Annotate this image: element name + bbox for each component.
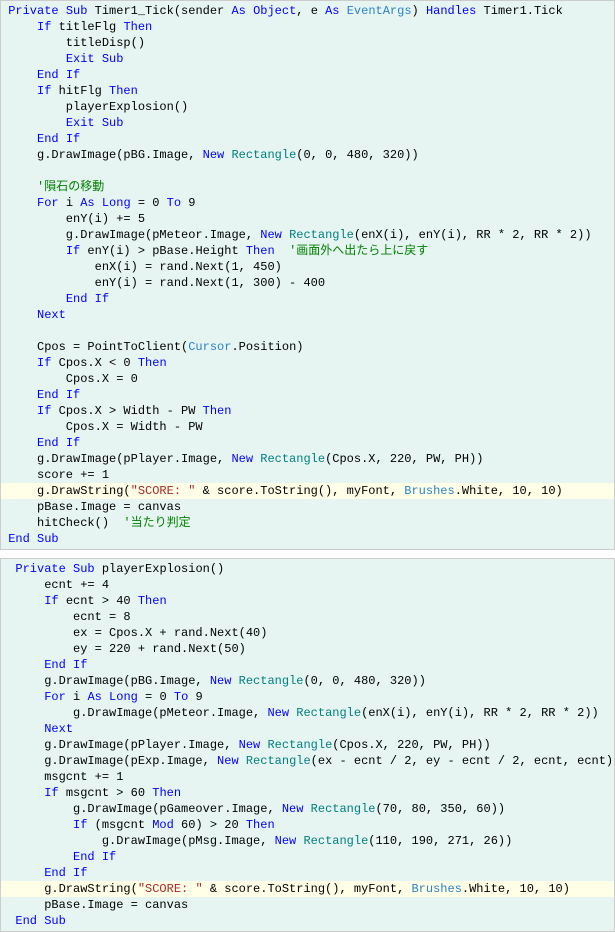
code-line: End If [1, 849, 614, 865]
code-line: g.DrawImage(pExp.Image, New Rectangle(ex… [1, 753, 614, 769]
code-line: playerExplosion() [1, 99, 614, 115]
code-line: Cpos.X = Width - PW [1, 419, 614, 435]
code-line: End If [1, 865, 614, 881]
code-line: End If [1, 657, 614, 673]
code-line: pBase.Image = canvas [1, 897, 614, 913]
code-line: g.DrawImage(pMsg.Image, New Rectangle(11… [1, 833, 614, 849]
code-line [1, 323, 614, 339]
code-line: score += 1 [1, 467, 614, 483]
code-line: titleDisp() [1, 35, 614, 51]
code-line: g.DrawImage(pBG.Image, New Rectangle(0, … [1, 147, 614, 163]
code-line: g.DrawImage(pBG.Image, New Rectangle(0, … [1, 673, 614, 689]
code-line: g.DrawImage(pPlayer.Image, New Rectangle… [1, 451, 614, 467]
code-line: Exit Sub [1, 115, 614, 131]
code-line: If Cpos.X < 0 Then [1, 355, 614, 371]
code-line: If enY(i) > pBase.Height Then '画面外へ出たら上に… [1, 243, 614, 259]
code-line: enY(i) = rand.Next(1, 300) - 400 [1, 275, 614, 291]
code-line: Cpos.X = 0 [1, 371, 614, 387]
code-block-1: Private Sub Timer1_Tick(sender As Object… [0, 0, 615, 550]
code-line: '隕石の移動 [1, 179, 614, 195]
code-line: Next [1, 307, 614, 323]
code-line: g.DrawImage(pMeteor.Image, New Rectangle… [1, 227, 614, 243]
code-line: End Sub [1, 913, 614, 929]
code-line [1, 163, 614, 179]
code-line: g.DrawString("SCORE: " & score.ToString(… [1, 483, 614, 499]
code-line: End If [1, 291, 614, 307]
code-line: msgcnt += 1 [1, 769, 614, 785]
code-line: g.DrawImage(pPlayer.Image, New Rectangle… [1, 737, 614, 753]
code-line: End If [1, 387, 614, 403]
code-line: If msgcnt > 60 Then [1, 785, 614, 801]
code-line: If hitFlg Then [1, 83, 614, 99]
code-line: g.DrawString("SCORE: " & score.ToString(… [1, 881, 614, 897]
code-line: For i As Long = 0 To 9 [1, 689, 614, 705]
code-line: For i As Long = 0 To 9 [1, 195, 614, 211]
code-line: Exit Sub [1, 51, 614, 67]
code-line: ey = 220 + rand.Next(50) [1, 641, 614, 657]
code-line: End If [1, 67, 614, 83]
code-line: hitCheck() '当たり判定 [1, 515, 614, 531]
code-line: Private Sub Timer1_Tick(sender As Object… [1, 3, 614, 19]
code-line: If ecnt > 40 Then [1, 593, 614, 609]
code-line: g.DrawImage(pGameover.Image, New Rectang… [1, 801, 614, 817]
code-line: Cpos = PointToClient(Cursor.Position) [1, 339, 614, 355]
code-line: End Sub [1, 531, 614, 547]
code-line: If titleFlg Then [1, 19, 614, 35]
code-line: pBase.Image = canvas [1, 499, 614, 515]
code-line: g.DrawImage(pMeteor.Image, New Rectangle… [1, 705, 614, 721]
code-line: End If [1, 435, 614, 451]
code-line: ecnt = 8 [1, 609, 614, 625]
code-line: ex = Cpos.X + rand.Next(40) [1, 625, 614, 641]
code-block-2: Private Sub playerExplosion() ecnt += 4 … [0, 558, 615, 932]
code-line: enY(i) += 5 [1, 211, 614, 227]
code-line: Next [1, 721, 614, 737]
code-line: ecnt += 4 [1, 577, 614, 593]
code-line: If (msgcnt Mod 60) > 20 Then [1, 817, 614, 833]
code-line: If Cpos.X > Width - PW Then [1, 403, 614, 419]
code-line: Private Sub playerExplosion() [1, 561, 614, 577]
code-line: End If [1, 131, 614, 147]
code-line: enX(i) = rand.Next(1, 450) [1, 259, 614, 275]
